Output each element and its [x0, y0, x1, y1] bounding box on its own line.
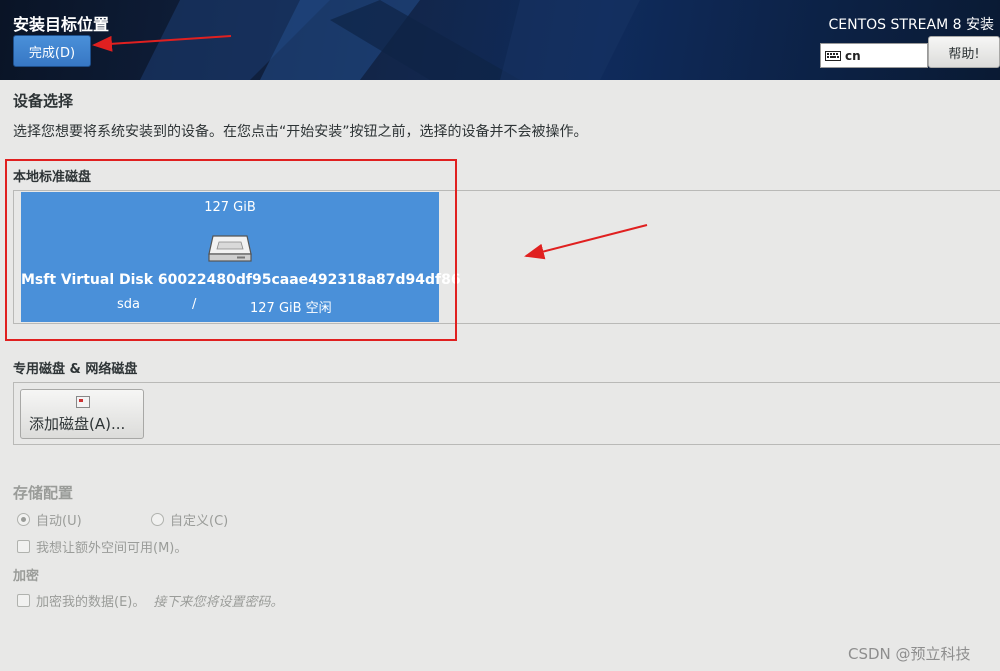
annotation-highlight-box: [5, 159, 457, 341]
add-disk-label: 添加磁盘(A)...: [29, 415, 126, 433]
small-disk-icon: [76, 396, 90, 408]
extra-space-checkbox[interactable]: 我想让额外空间可用(M)。: [17, 537, 187, 556]
radio-selected-icon: [17, 513, 30, 526]
device-selection-description: 选择您想要将系统安装到的设备。在您点击“开始安装”按钮之前，选择的设备并不会被操…: [13, 124, 588, 140]
keyboard-layout-indicator[interactable]: cn: [820, 43, 928, 68]
watermark: CSDN @预立科技: [848, 645, 971, 663]
auto-partition-label: 自动(U): [36, 514, 82, 529]
radio-unselected-icon: [151, 513, 164, 526]
auto-partition-radio[interactable]: 自动(U): [17, 510, 82, 529]
add-disk-button[interactable]: 添加磁盘(A)...: [20, 389, 144, 439]
encrypt-data-label: 加密我的数据(E)。: [36, 595, 146, 610]
header-background: [140, 0, 640, 80]
encryption-label: 加密: [13, 569, 40, 584]
page-title: 安装目标位置: [13, 15, 110, 34]
done-button[interactable]: 完成(D): [13, 35, 91, 67]
keyboard-layout-label: cn: [845, 48, 861, 63]
checkbox-icon: [17, 540, 30, 553]
header-bar: 安装目标位置 完成(D) CENTOS STREAM 8 安装 cn 帮助!: [0, 0, 1000, 80]
extra-space-label: 我想让额外空间可用(M)。: [36, 541, 188, 556]
checkbox-icon: [17, 594, 30, 607]
encrypt-data-checkbox[interactable]: 加密我的数据(E)。 接下来您将设置密码。: [17, 591, 283, 610]
special-disks-panel: [13, 382, 1000, 445]
device-selection-title: 设备选择: [13, 92, 74, 110]
keyboard-icon: [825, 50, 841, 61]
product-title: CENTOS STREAM 8 安装: [828, 17, 994, 33]
custom-partition-label: 自定义(C): [170, 514, 229, 529]
storage-config-label: 存储配置: [13, 484, 74, 502]
custom-partition-radio[interactable]: 自定义(C): [151, 510, 228, 529]
encrypt-hint: 接下来您将设置密码。: [153, 595, 284, 610]
help-button[interactable]: 帮助!: [928, 36, 1000, 68]
special-disks-label: 专用磁盘 & 网络磁盘: [13, 362, 138, 377]
